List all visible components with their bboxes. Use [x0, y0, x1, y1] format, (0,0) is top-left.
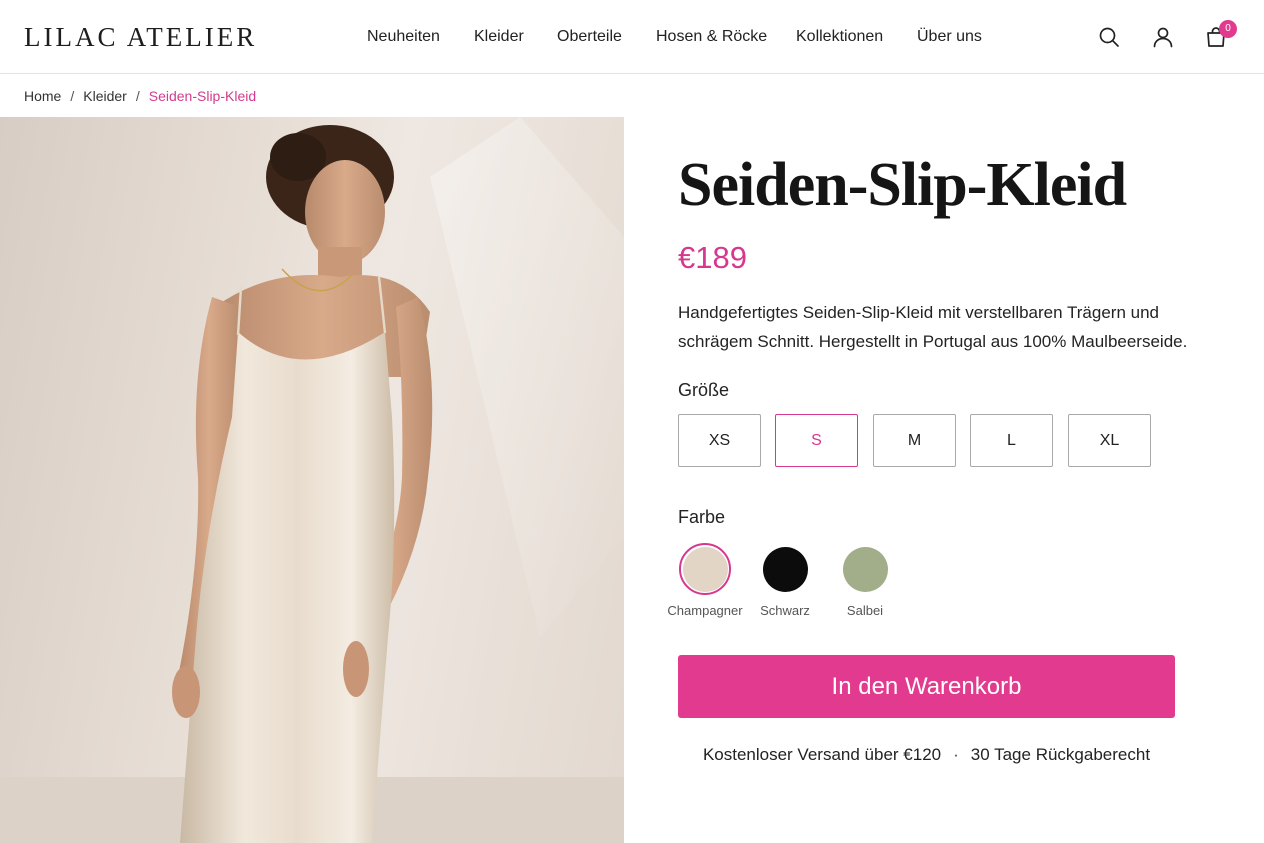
breadcrumb-kleider[interactable]: Kleider — [83, 88, 127, 104]
color-option-schwarz[interactable]: Schwarz — [745, 543, 825, 618]
wall-light — [430, 117, 624, 637]
returns-text: 30 Tage Rückgaberecht — [970, 745, 1151, 764]
right-hand — [343, 641, 369, 697]
size-option-s[interactable]: S — [775, 414, 858, 467]
breadcrumb-separator: / — [70, 88, 75, 104]
size-option-m[interactable]: M — [873, 414, 956, 467]
free-shipping-text: Kostenloser Versand über €120 — [702, 745, 942, 764]
color-swatch-ring — [839, 543, 891, 595]
breadcrumb: Home / Kleider / Seiden-Slip-Kleid — [24, 88, 256, 104]
color-swatch — [842, 546, 888, 592]
size-option-xs[interactable]: XS — [678, 414, 761, 467]
nav-item-ueber-uns[interactable]: Über uns — [917, 28, 982, 46]
breadcrumb-separator: / — [135, 88, 140, 104]
nav-item-neuheiten[interactable]: Neuheiten — [367, 28, 440, 46]
main-nav: Neuheiten Kleider Oberteile Hosen & Röck… — [0, 28, 1264, 48]
color-name: Salbei — [846, 603, 884, 618]
search-icon[interactable] — [1097, 25, 1121, 49]
product-description: Handgefertigtes Seiden-Slip-Kleid mit ve… — [678, 303, 1188, 351]
color-swatch-ring — [759, 543, 811, 595]
breadcrumb-home[interactable]: Home — [24, 88, 61, 104]
size-label: Größe — [678, 380, 730, 400]
color-name: Schwarz — [760, 603, 810, 618]
color-option-champagner[interactable]: Champagner — [665, 543, 745, 618]
separator-dot: · — [953, 745, 959, 764]
color-option-salbei[interactable]: Salbei — [825, 543, 905, 618]
color-name: Champagner — [667, 603, 743, 618]
color-swatch — [682, 546, 728, 592]
site-header: LILAC ATELIER Neuheiten Kleider Oberteil… — [0, 0, 1264, 74]
user-icon[interactable] — [1151, 25, 1175, 49]
add-to-cart-button[interactable]: In den Warenkorb — [678, 655, 1175, 718]
size-option-l[interactable]: L — [970, 414, 1053, 467]
nav-item-hosen-roecke[interactable]: Hosen & Röcke — [656, 28, 767, 46]
nav-item-oberteile[interactable]: Oberteile — [557, 28, 622, 46]
color-swatch — [762, 546, 808, 592]
shipping-info: Kostenloser Versand über €120 · 30 Tage Rü… — [678, 745, 1175, 765]
size-selector: XS S M L XL — [678, 414, 1158, 468]
cart-count-badge: 0 — [1219, 20, 1237, 38]
breadcrumb-current: Seiden-Slip-Kleid — [148, 88, 257, 104]
hair-bun — [270, 133, 326, 181]
left-hand — [172, 666, 200, 718]
product-title: Seiden-Slip-Kleid — [678, 151, 1127, 219]
nav-item-kollektionen[interactable]: Kollektionen — [796, 28, 883, 46]
color-swatch-ring — [679, 543, 731, 595]
color-label: Farbe — [678, 507, 726, 527]
nav-item-kleider[interactable]: Kleider — [474, 28, 524, 46]
product-price: €189 — [678, 240, 747, 275]
size-option-xl[interactable]: XL — [1068, 414, 1151, 467]
product-image[interactable] — [0, 117, 624, 843]
